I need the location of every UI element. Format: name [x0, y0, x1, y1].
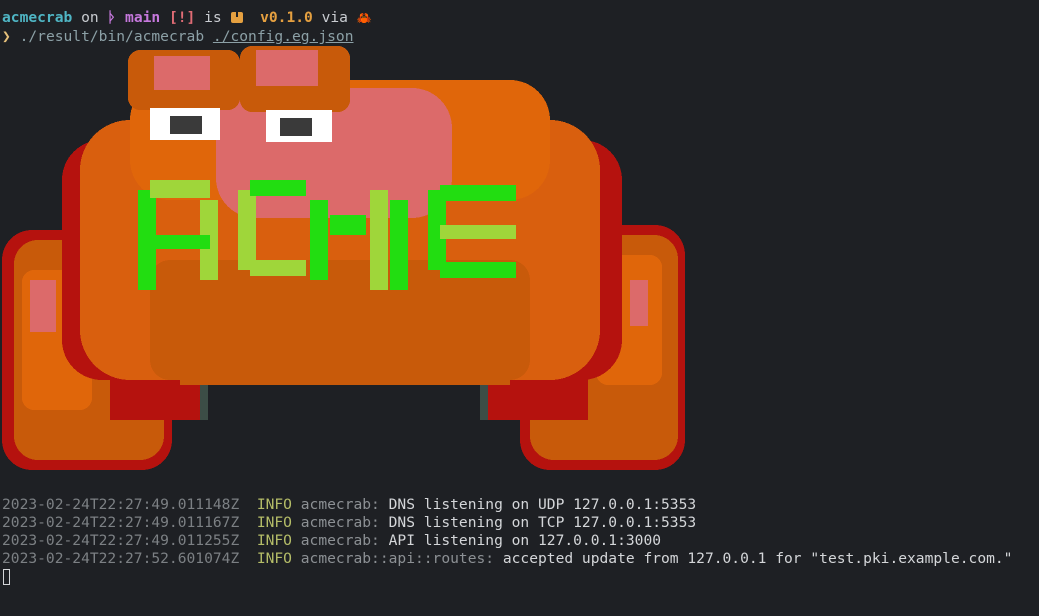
prompt-is-text: is	[204, 9, 222, 26]
log-target: acmecrab:	[300, 532, 380, 549]
prompt-on-text: on	[81, 9, 99, 26]
log-target: acmecrab::api::routes:	[300, 550, 495, 567]
package-version: v0.1.0	[260, 9, 313, 26]
log-line: 2023-02-24T22:27:49.011255Z INFO acmecra…	[2, 532, 661, 550]
git-status: [!]	[168, 9, 196, 26]
log-level: INFO	[256, 550, 292, 567]
prompt-directory: acmecrab	[2, 9, 73, 26]
log-timestamp: 2023-02-24T22:27:49.011255Z	[2, 532, 240, 549]
log-message: accepted update from 127.0.0.1 for "test…	[502, 550, 1013, 567]
terminal-cursor[interactable]	[3, 569, 10, 585]
git-branch-name: main	[125, 9, 161, 26]
log-timestamp: 2023-02-24T22:27:49.011167Z	[2, 514, 240, 531]
log-line: 2023-02-24T22:27:52.601074Z INFO acmecra…	[2, 550, 1012, 568]
log-message: API listening on 127.0.0.1:3000	[388, 532, 662, 549]
crab-icon: 🦀	[356, 11, 372, 25]
log-message: DNS listening on UDP 127.0.0.1:5353	[388, 496, 697, 513]
log-level: INFO	[256, 532, 292, 549]
log-message: DNS listening on TCP 127.0.0.1:5353	[388, 514, 697, 531]
crab-body	[2, 46, 685, 470]
log-timestamp: 2023-02-24T22:27:52.601074Z	[2, 550, 240, 567]
log-target: acmecrab:	[300, 514, 380, 531]
log-timestamp: 2023-02-24T22:27:49.011148Z	[2, 496, 240, 513]
log-level: INFO	[256, 514, 292, 531]
log-level: INFO	[256, 496, 292, 513]
log-target: acmecrab:	[300, 496, 380, 513]
log-line: 2023-02-24T22:27:49.011167Z INFO acmecra…	[2, 514, 696, 532]
git-branch-icon: ᚦ	[107, 9, 117, 26]
acmecrab-pixel-crab-logo	[2, 46, 685, 470]
shell-prompt-line: acmecrab on ᚦ main [!] is v0.1.0 via 🦀	[2, 9, 372, 27]
log-line: 2023-02-24T22:27:49.011148Z INFO acmecra…	[2, 496, 696, 514]
prompt-via-text: via	[321, 9, 348, 26]
package-icon	[230, 12, 243, 23]
